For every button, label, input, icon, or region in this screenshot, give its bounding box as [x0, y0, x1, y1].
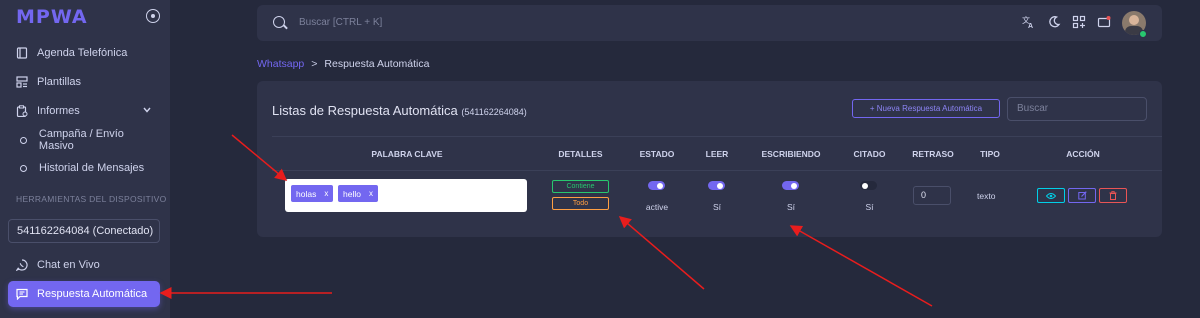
divider — [272, 170, 1162, 171]
sidebar-item-respuesta-automatica[interactable]: Respuesta Automática — [8, 281, 160, 307]
annotation-arrow — [789, 225, 933, 307]
sidebar-toggle-icon[interactable] — [146, 9, 160, 23]
report-icon — [16, 105, 28, 117]
search-icon[interactable] — [273, 16, 285, 28]
detail-badge-contains: Contiene — [552, 180, 609, 193]
col-header-quoted: CITADO — [853, 149, 886, 159]
app-logo[interactable]: MPWA — [16, 6, 88, 28]
keyword-tag-label: holas — [296, 188, 317, 199]
col-header-typing: ESCRIBIENDO — [761, 149, 821, 159]
view-button[interactable] — [1037, 188, 1065, 203]
sidebar-item-label: Chat en Vivo — [37, 259, 100, 271]
eye-icon — [1046, 192, 1056, 199]
grid-icon[interactable] — [1072, 15, 1086, 29]
circle-icon — [20, 164, 27, 172]
avatar-head — [1129, 15, 1139, 25]
keyword-tag: holas x — [291, 185, 334, 202]
remove-tag-button[interactable]: x — [324, 189, 328, 198]
keyword-tag-label: hello — [343, 188, 361, 199]
quoted-text: Sí — [865, 202, 874, 212]
sidebar-item-campana[interactable]: Campaña / Envío Masivo — [8, 127, 160, 153]
logo-row: MPWA — [16, 6, 166, 28]
sidebar: MPWA Agenda Telefónica Plantillas Inform… — [0, 0, 170, 318]
quoted-toggle[interactable] — [860, 181, 877, 190]
sidebar-item-label: Campaña / Envío Masivo — [38, 128, 124, 152]
sidebar-item-plantillas[interactable]: Plantillas — [8, 69, 160, 95]
sidebar-item-agenda[interactable]: Agenda Telefónica — [8, 40, 160, 66]
topbar: Buscar [CTRL + K] 文A — [257, 5, 1162, 41]
col-header-action: ACCIÓN — [1066, 149, 1100, 159]
sidebar-item-label: Plantillas — [37, 76, 82, 88]
whatsapp-icon — [16, 259, 28, 271]
breadcrumb-current: Respuesta Automática — [324, 58, 430, 70]
read-text: Sí — [712, 202, 722, 212]
detail-badge-all: Todo — [552, 197, 609, 210]
sidebar-item-label: Agenda Telefónica — [37, 47, 128, 59]
sidebar-item-label: Informes — [37, 105, 80, 117]
svg-text:A: A — [1028, 23, 1033, 29]
card-title-text: Listas de Respuesta Automática — [272, 103, 458, 118]
card-subtitle: (541162264084) — [461, 107, 527, 117]
status-toggle[interactable] — [648, 181, 665, 190]
device-selector[interactable]: 541162264084 (Conectado) — [8, 219, 160, 243]
sidebar-item-label: Historial de Mensajes — [39, 162, 145, 174]
col-header-details: DETALLES — [558, 149, 603, 159]
sidebar-item-informes[interactable]: Informes — [8, 98, 160, 124]
trash-icon — [1109, 191, 1117, 200]
typing-toggle[interactable] — [782, 181, 799, 190]
col-header-delay: RETRASO — [912, 149, 954, 159]
read-toggle[interactable] — [708, 181, 725, 190]
template-icon — [16, 76, 28, 88]
delete-button[interactable] — [1099, 188, 1127, 203]
col-header-type: TIPO — [980, 149, 1000, 159]
type-text: texto — [977, 191, 996, 201]
status-text: active — [645, 202, 669, 212]
edit-button[interactable] — [1068, 188, 1096, 203]
edit-icon — [1077, 191, 1087, 200]
translate-icon[interactable]: 文A — [1022, 15, 1036, 30]
book-icon — [16, 47, 28, 59]
sidebar-item-historial[interactable]: Historial de Mensajes — [8, 155, 160, 181]
global-search-input[interactable]: Buscar [CTRL + K] — [299, 17, 382, 28]
sidebar-item-chat[interactable]: Chat en Vivo — [8, 252, 160, 278]
new-autoreply-button[interactable]: + Nueva Respuesta Automática — [852, 99, 1000, 118]
section-header: HERRAMIENTAS DEL DISPOSITIVO — [16, 194, 167, 204]
chevron-right-icon: > — [311, 58, 318, 70]
col-header-read: LEER — [705, 149, 729, 159]
message-icon — [16, 288, 28, 300]
card-title: Listas de Respuesta Automática (54116226… — [272, 103, 527, 118]
breadcrumb: Whatsapp > Respuesta Automática — [257, 58, 429, 70]
online-status-icon — [1139, 30, 1147, 38]
divider — [272, 136, 1162, 137]
chevron-down-icon — [143, 107, 151, 113]
col-header-status: ESTADO — [639, 149, 675, 159]
table-search-input[interactable]: Buscar — [1007, 97, 1147, 121]
moon-icon[interactable] — [1047, 15, 1061, 29]
sidebar-item-label: Respuesta Automática — [37, 288, 148, 300]
remove-tag-button[interactable]: x — [369, 189, 373, 198]
autoreply-card: Listas de Respuesta Automática (54116226… — [257, 81, 1162, 237]
typing-text: Sí — [786, 202, 796, 212]
delay-input[interactable]: 0 — [913, 186, 951, 205]
col-header-keyword: PALABRA CLAVE — [371, 149, 443, 159]
keyword-tags-input[interactable]: holas x hello x — [285, 179, 527, 212]
keyword-tag: hello x — [338, 185, 378, 202]
notification-icon[interactable] — [1097, 15, 1111, 29]
breadcrumb-parent-link[interactable]: Whatsapp — [257, 58, 304, 70]
circle-icon — [20, 136, 27, 144]
